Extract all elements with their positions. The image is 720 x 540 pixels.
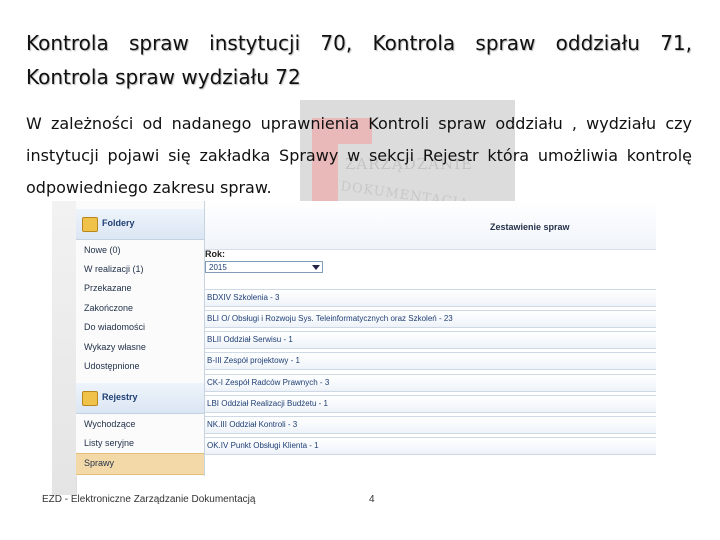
case-row-label: BDXIV Szkolenia - 3	[207, 293, 280, 302]
sidebar-item-listy-seryjne[interactable]: Listy seryjne	[84, 438, 134, 448]
case-row[interactable]: NK.III Oddział Kontroli - 3	[205, 416, 656, 434]
year-label: Rok:	[205, 249, 225, 259]
slide-body-text: W zależności od nadanego uprawnienia Kon…	[26, 108, 692, 204]
case-row[interactable]: LBI Oddział Realizacji Budżetu - 1	[205, 395, 656, 413]
case-row[interactable]: BDXIV Szkolenia - 3	[205, 289, 656, 307]
body-line-2: instytucji pojawi się zakładka Sprawy w …	[26, 146, 692, 165]
app-screenshot: Foldery Nowe (0) W realizacji (1) Przeka…	[34, 201, 656, 495]
case-row-label: B-III Zespół projektowy - 1	[207, 356, 300, 365]
footer-text: EZD - Elektroniczne Zarządzanie Dokument…	[42, 494, 256, 505]
sidebar-item-wychodzace[interactable]: Wychodzące	[84, 419, 135, 429]
body-line-1: W zależności od nadanego uprawnienia Kon…	[26, 114, 692, 133]
app-left-strip	[34, 201, 77, 495]
sidebar-item-przekazane[interactable]: Przekazane	[84, 283, 132, 293]
case-row[interactable]: BLII Oddział Serwisu - 1	[205, 331, 656, 349]
folders-header[interactable]: Foldery	[76, 209, 204, 240]
sidebar-item-nowe[interactable]: Nowe (0)	[84, 245, 121, 255]
sidebar-item-sprawy[interactable]: Sprawy	[76, 453, 204, 475]
year-select[interactable]: 2015	[205, 261, 323, 273]
sidebar-item-udostepnione[interactable]: Udostępnione	[84, 361, 140, 371]
sidebar-item-do-wiadomosci[interactable]: Do wiadomości	[84, 322, 145, 332]
folders-header-label: Foldery	[102, 218, 135, 228]
body-line-3: odpowiedniego zakresu spraw.	[26, 178, 272, 197]
app-sidebar: Foldery Nowe (0) W realizacji (1) Przeka…	[76, 201, 205, 476]
slide-title-line-2: Kontrola spraw wydziału 72	[26, 65, 301, 89]
folder-icon	[82, 217, 98, 232]
chevron-down-icon	[312, 265, 320, 270]
registers-header-label: Rejestry	[102, 392, 138, 402]
case-row-label: BLII Oddział Serwisu - 1	[207, 335, 293, 344]
case-row-label: BLI O/ Obsługi i Rozwoju Sys. Teleinform…	[207, 314, 453, 323]
case-row-label: LBI Oddział Realizacji Budżetu - 1	[207, 399, 328, 408]
case-row[interactable]: OK.IV Punkt Obsługi Klienta - 1	[205, 437, 656, 455]
panel-header: Zestawienie spraw	[205, 201, 656, 250]
folder-icon	[82, 391, 98, 406]
case-row[interactable]: CK-I Zespół Radców Prawnych - 3	[205, 374, 656, 392]
case-row[interactable]: BLI O/ Obsługi i Rozwoju Sys. Teleinform…	[205, 310, 656, 328]
registers-header[interactable]: Rejestry	[76, 383, 204, 414]
sidebar-item-wykazy-wlasne[interactable]: Wykazy własne	[84, 342, 146, 352]
case-row-label: OK.IV Punkt Obsługi Klienta - 1	[207, 441, 319, 450]
case-row-label: CK-I Zespół Radców Prawnych - 3	[207, 378, 330, 387]
year-select-value: 2015	[209, 263, 227, 272]
sidebar-item-w-realizacji[interactable]: W realizacji (1)	[84, 264, 144, 274]
app-main-panel: Zestawienie spraw Rok: 2015 BDXIV Szkole…	[205, 201, 656, 476]
slide-title: Kontrola spraw instytucji 70, Kontrola s…	[26, 31, 692, 55]
panel-title: Zestawienie spraw	[490, 222, 570, 232]
sidebar-item-zakonczone[interactable]: Zakończone	[84, 303, 133, 313]
page-number: 4	[369, 494, 375, 505]
case-row-label: NK.III Oddział Kontroli - 3	[207, 420, 298, 429]
sidebar-item-sprawy-label: Sprawy	[84, 458, 115, 468]
case-row[interactable]: B-III Zespół projektowy - 1	[205, 352, 656, 370]
